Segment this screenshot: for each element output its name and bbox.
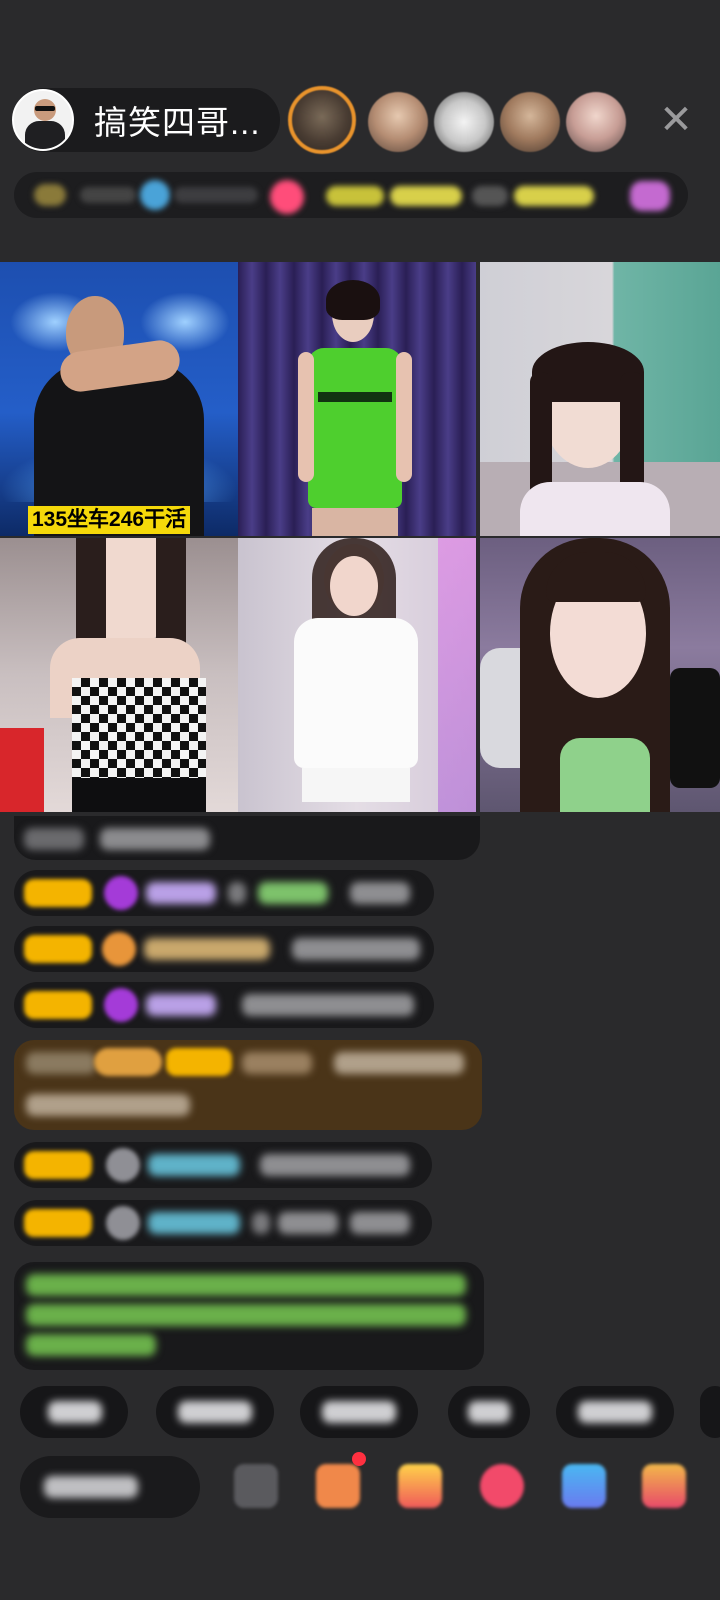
- game-icon[interactable]: [562, 1464, 606, 1508]
- chat-message[interactable]: [14, 870, 434, 916]
- host-info-pill[interactable]: 搞笑四哥...: [12, 88, 280, 152]
- chat-message-highlight[interactable]: [14, 1040, 482, 1130]
- top-viewer-avatar[interactable]: [288, 86, 356, 154]
- video-tile-2[interactable]: [238, 262, 476, 536]
- quick-action-3[interactable]: [300, 1386, 418, 1438]
- menu-icon[interactable]: [234, 1464, 278, 1508]
- video-tile-1[interactable]: 135坐车246干活: [0, 262, 238, 536]
- chat-message[interactable]: [14, 1142, 432, 1188]
- tile-caption: 135坐车246干活: [28, 506, 191, 534]
- host-avatar[interactable]: [12, 89, 74, 151]
- notification-dot-icon: [352, 1452, 366, 1466]
- heart-icon[interactable]: [480, 1464, 524, 1508]
- chat-message[interactable]: [14, 926, 434, 972]
- viewer-avatar-5[interactable]: [566, 92, 626, 152]
- treasure-icon[interactable]: [398, 1464, 442, 1508]
- comment-input[interactable]: [20, 1456, 200, 1518]
- video-tile-5[interactable]: [238, 538, 476, 812]
- video-grid: 135坐车246干活: [0, 262, 720, 816]
- viewer-avatar-3[interactable]: [434, 92, 494, 152]
- video-tile-4[interactable]: [0, 538, 238, 812]
- chat-message[interactable]: [14, 982, 434, 1028]
- chat-message[interactable]: [14, 816, 480, 860]
- quick-action-2[interactable]: [156, 1386, 274, 1438]
- system-message: [14, 1262, 484, 1370]
- quick-action-4[interactable]: [448, 1386, 530, 1438]
- quick-action-5[interactable]: [556, 1386, 674, 1438]
- gift-icon[interactable]: [642, 1464, 686, 1508]
- quick-action-6[interactable]: [700, 1386, 720, 1438]
- host-name[interactable]: 搞笑四哥...: [94, 96, 261, 144]
- video-tile-6[interactable]: [480, 538, 720, 812]
- gift-box-icon[interactable]: [316, 1464, 360, 1508]
- close-icon[interactable]: ✕: [656, 100, 696, 140]
- video-tile-3[interactable]: [480, 262, 720, 536]
- viewer-avatar-2[interactable]: [368, 92, 428, 152]
- viewer-avatar-4[interactable]: [500, 92, 560, 152]
- quick-action-1[interactable]: [20, 1386, 128, 1438]
- room-info-bar[interactable]: [14, 172, 688, 218]
- chat-message[interactable]: [14, 1200, 432, 1246]
